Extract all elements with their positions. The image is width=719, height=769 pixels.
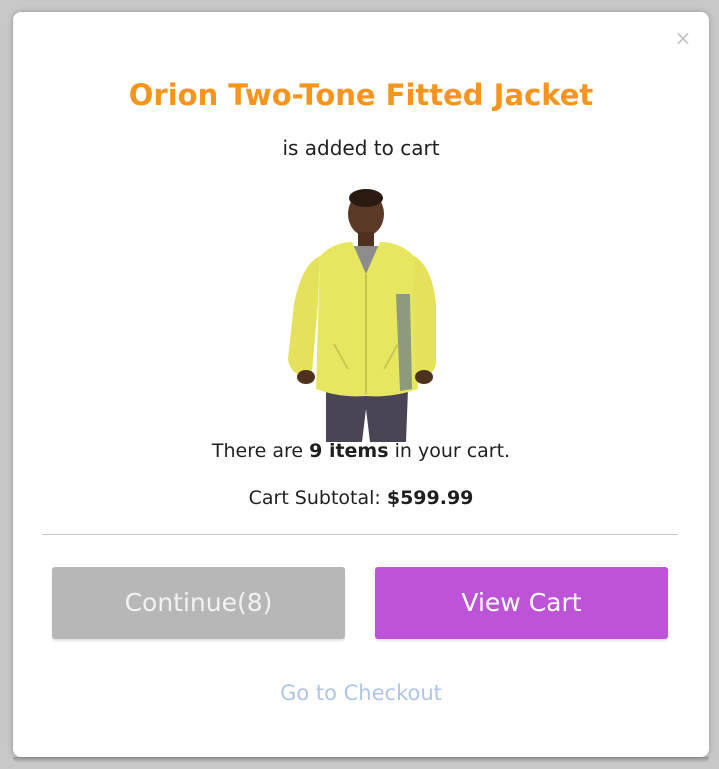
close-icon[interactable]: ×: [673, 28, 693, 48]
view-cart-button[interactable]: View Cart: [375, 567, 668, 639]
subtotal-value: $599.99: [386, 487, 474, 509]
subtotal-label: Cart Subtotal:: [248, 487, 387, 509]
add-to-cart-modal: × Orion Two-Tone Fitted Jacket is added …: [13, 12, 709, 757]
product-title: Orion Two-Tone Fitted Jacket: [128, 78, 594, 112]
divider: [42, 534, 678, 535]
modal-shadow: [13, 757, 709, 763]
product-image: [260, 184, 456, 442]
cart-count-value: 9 items: [309, 440, 389, 462]
cart-count-prefix: There are: [211, 440, 310, 462]
added-to-cart-text: is added to cart: [282, 136, 440, 160]
cart-count-suffix: in your cart.: [388, 440, 511, 462]
cart-subtotal: Cart Subtotal: $599.99: [13, 487, 709, 509]
continue-button[interactable]: Continue(8): [52, 567, 345, 639]
go-to-checkout-link[interactable]: Go to Checkout: [13, 681, 709, 705]
cart-count-text: There are 9 items in your cart.: [13, 440, 709, 462]
